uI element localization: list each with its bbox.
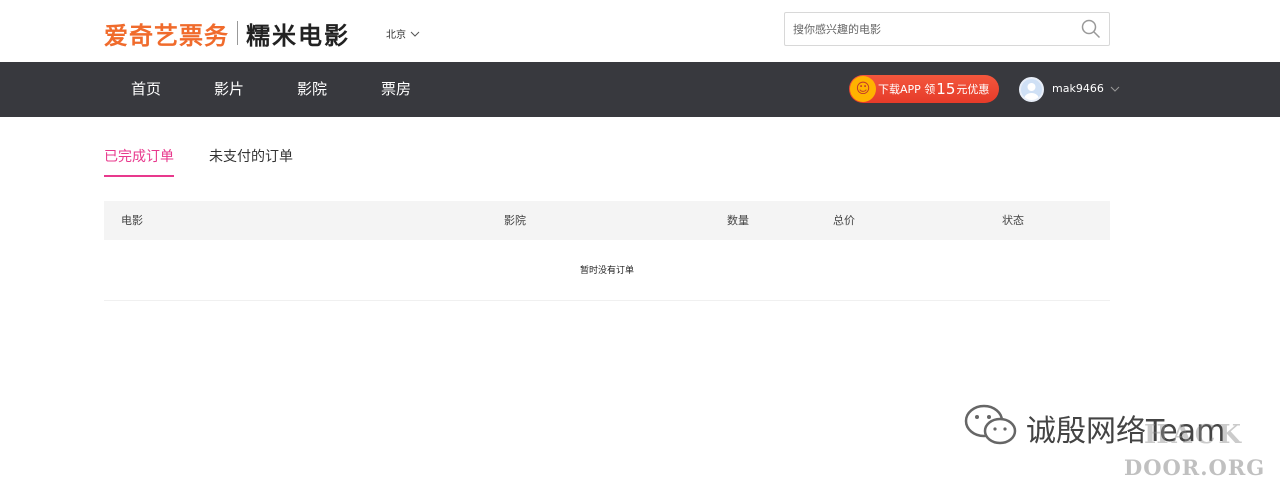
brand-logo-text: 爱奇艺票务 [104, 21, 229, 50]
site-logo[interactable]: 爱奇艺票务 糯米电影 [104, 17, 350, 50]
top-header: 爱奇艺票务 糯米电影 北京 [0, 0, 1280, 62]
chevron-down-icon [410, 31, 420, 37]
search-icon[interactable] [1081, 19, 1101, 39]
banner-suffix: 元优惠 [956, 83, 990, 96]
tab-unpaid-orders[interactable]: 未支付的订单 [209, 146, 293, 177]
orders-table-header: 电影 影院 数量 总价 状态 [104, 201, 1110, 240]
nav-item-cinemas[interactable]: 影院 [297, 62, 327, 117]
nav-item-box-office[interactable]: 票房 [381, 62, 411, 117]
user-avatar[interactable] [1019, 77, 1044, 102]
user-avatar-icon [1024, 83, 1039, 100]
user-menu[interactable]: mak9466 [1052, 82, 1120, 95]
mascot-icon: ☺ [850, 76, 876, 102]
nav-item-movies[interactable]: 影片 [214, 62, 244, 117]
column-header-movie: 电影 [121, 214, 143, 227]
empty-orders-message: 暂时没有订单 [579, 266, 634, 276]
watermark-site-line2: DOOR.ORG [1124, 455, 1266, 480]
watermark-site-line1: HACK [1144, 420, 1245, 450]
column-header-cinema: 影院 [504, 214, 526, 227]
username-label: mak9466 [1052, 82, 1104, 95]
chevron-down-icon [1110, 86, 1120, 92]
banner-prefix: 下载APP 领 [878, 83, 936, 96]
column-header-total-price: 总价 [833, 214, 855, 227]
tab-completed-orders[interactable]: 已完成订单 [104, 146, 174, 177]
banner-amount: 15 [936, 80, 956, 98]
city-label: 北京 [386, 30, 406, 41]
search-box [784, 12, 1110, 46]
logo-divider [237, 21, 238, 45]
download-app-banner[interactable]: ☺ 下载APP 领 15 元优惠 [849, 75, 999, 103]
column-header-status: 状态 [1002, 214, 1024, 227]
search-input[interactable] [793, 13, 1073, 45]
city-selector[interactable]: 北京 [386, 26, 420, 41]
wechat-icon [964, 404, 1017, 445]
empty-orders-row: 暂时没有订单 [104, 240, 1110, 301]
column-header-quantity: 数量 [727, 214, 749, 227]
sub-brand-logo-text: 糯米电影 [246, 21, 350, 50]
nav-item-home[interactable]: 首页 [131, 62, 161, 117]
